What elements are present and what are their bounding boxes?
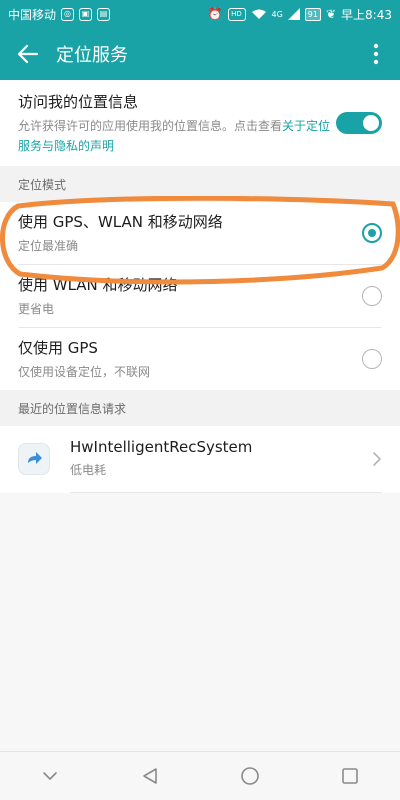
recent-app-usage: 低电耗 xyxy=(70,463,107,477)
mode-section-header: 定位模式 xyxy=(0,166,400,202)
collapse-button[interactable] xyxy=(30,756,70,796)
app-bar: 定位服务 xyxy=(0,28,400,80)
arrow-left-icon xyxy=(17,44,39,64)
location-access-description-text: 允许获得许可的应用使用我的位置信息。点击查看 xyxy=(18,118,283,133)
chevron-right-icon xyxy=(373,452,381,466)
recent-app-row[interactable]: HwIntelligentRecSystem 低电耗 xyxy=(0,426,400,492)
recent-app-text: HwIntelligentRecSystem 低电耗 xyxy=(70,438,372,480)
carrier-label: 中国移动 xyxy=(8,7,57,22)
signal-icon xyxy=(287,8,300,20)
location-access-row[interactable]: 访问我的位置信息 允许获得许可的应用使用我的位置信息。点击查看关于定位服务与隐私… xyxy=(0,80,400,166)
hd-icon: HD xyxy=(227,7,246,21)
content: 访问我的位置信息 允许获得许可的应用使用我的位置信息。点击查看关于定位服务与隐私… xyxy=(0,80,400,493)
mode-radio-button[interactable] xyxy=(362,286,382,306)
signal-label: 4G xyxy=(271,9,283,19)
collapse-icon xyxy=(43,772,57,780)
mode-option-title: 使用 GPS、WLAN 和移动网络 xyxy=(18,212,223,231)
more-vert-icon xyxy=(373,43,379,65)
mode-option-gps-only[interactable]: 仅使用 GPS 仅使用设备定位，不联网 xyxy=(0,328,400,390)
arrow-bubble-icon xyxy=(18,443,50,475)
mode-option-title: 仅使用 GPS xyxy=(18,338,98,357)
notification-icon: ◎ xyxy=(61,7,75,21)
navigation-bar xyxy=(0,751,400,800)
wifi-icon xyxy=(251,9,266,19)
back-triangle-icon xyxy=(143,768,157,784)
mode-option-subtitle: 仅使用设备定位，不联网 xyxy=(18,364,151,379)
home-circle-icon xyxy=(241,767,259,785)
mode-option-text: 使用 GPS、WLAN 和移动网络 定位最准确 xyxy=(18,211,362,256)
location-access-title: 访问我的位置信息 xyxy=(18,92,139,111)
location-access-text: 访问我的位置信息 允许获得许可的应用使用我的位置信息。点击查看关于定位服务与隐私… xyxy=(18,91,336,156)
recents-square-icon xyxy=(342,768,358,784)
mode-radio-button[interactable] xyxy=(362,223,382,243)
recent-card: HwIntelligentRecSystem 低电耗 xyxy=(0,426,400,493)
page-title: 定位服务 xyxy=(56,45,128,66)
alarm-icon: ⏰ xyxy=(207,7,223,21)
location-access-card: 访问我的位置信息 允许获得许可的应用使用我的位置信息。点击查看关于定位服务与隐私… xyxy=(0,80,400,166)
mode-option-title: 使用 WLAN 和移动网络 xyxy=(18,275,178,294)
image-icon: ▤ xyxy=(97,7,111,21)
clock: 早上8:43 xyxy=(341,7,392,22)
mode-option-text: 使用 WLAN 和移动网络 更省电 xyxy=(18,274,362,319)
mode-option-subtitle: 定位最准确 xyxy=(18,238,79,253)
status-right: ⏰ HD 4G 91 ❦ 早上8:43 xyxy=(208,6,392,23)
recent-app-name: HwIntelligentRecSystem xyxy=(70,438,253,456)
toggle-knob xyxy=(363,115,379,131)
gallery-icon: ▣ xyxy=(79,7,93,21)
battery-level: 91 xyxy=(307,9,318,19)
back-button[interactable] xyxy=(0,28,56,80)
mode-option-subtitle: 更省电 xyxy=(18,301,55,316)
nav-back-button[interactable] xyxy=(130,756,170,796)
mode-option-wlan-mobile[interactable]: 使用 WLAN 和移动网络 更省电 xyxy=(0,265,400,327)
mode-option-gps-wlan-mobile[interactable]: 使用 GPS、WLAN 和移动网络 定位最准确 xyxy=(0,202,400,264)
more-options-button[interactable] xyxy=(352,28,400,80)
status-left: 中国移动 ◎ ▣ ▤ xyxy=(8,6,111,23)
radio-dot xyxy=(368,229,376,237)
status-bar: 中国移动 ◎ ▣ ▤ ⏰ HD 4G 91 ❦ 早上8:43 xyxy=(0,0,400,28)
divider xyxy=(70,492,382,493)
leaf-icon: ❦ xyxy=(325,7,337,21)
mode-option-text: 仅使用 GPS 仅使用设备定位，不联网 xyxy=(18,337,362,382)
mode-radio-button[interactable] xyxy=(362,349,382,369)
location-access-description: 允许获得许可的应用使用我的位置信息。点击查看关于定位服务与隐私的声明 xyxy=(18,116,336,156)
mode-card: 使用 GPS、WLAN 和移动网络 定位最准确 使用 WLAN 和移动网络 更省… xyxy=(0,202,400,390)
recents-button[interactable] xyxy=(330,756,370,796)
location-access-toggle[interactable] xyxy=(336,112,382,134)
recent-section-header: 最近的位置信息请求 xyxy=(0,390,400,426)
battery-icon: 91 xyxy=(304,7,321,21)
home-button[interactable] xyxy=(230,756,270,796)
